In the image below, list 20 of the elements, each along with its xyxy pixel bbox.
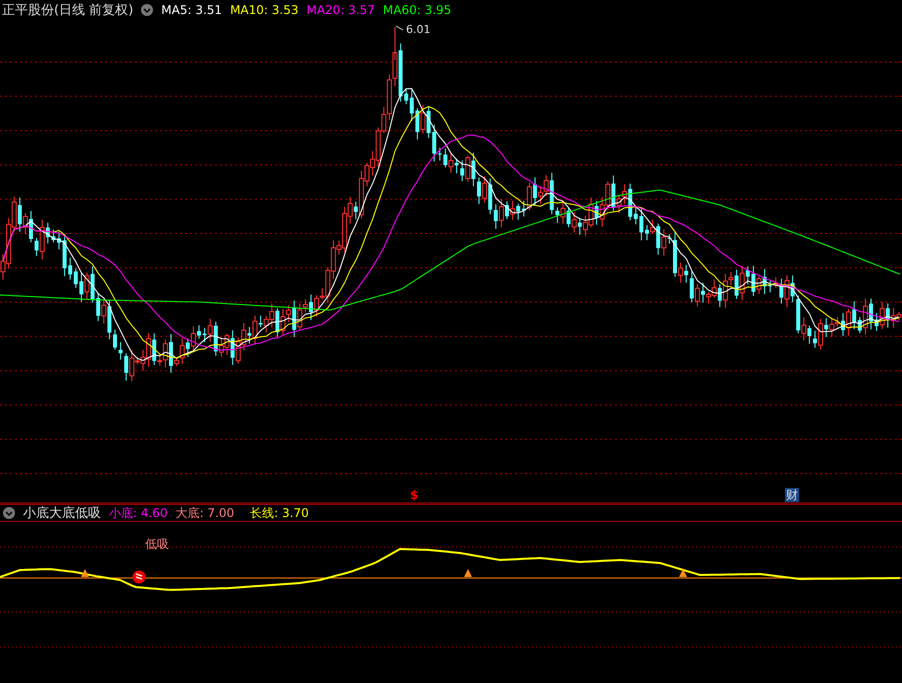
indicator-value: 大底: 7.00 [176, 504, 234, 522]
peak-price-label: 6.01 [406, 23, 430, 36]
dropdown-icon[interactable] [3, 507, 15, 519]
indicator-title: 正平股份(日线 前复权) [2, 2, 134, 19]
indicator-value: MA20: 3.57 [306, 3, 375, 17]
indicator-value: MA60: 3.95 [382, 3, 452, 17]
dropdown-icon[interactable] [141, 4, 154, 16]
finance-marker[interactable]: 财 [785, 488, 799, 502]
indicator-value: MA10: 3.53 [230, 3, 298, 17]
indicator-title: 小底大底低吸 [23, 505, 101, 522]
leader-line [396, 26, 404, 30]
signal-label: 低吸 [145, 536, 169, 553]
dollar-marker[interactable]: $ [410, 488, 418, 502]
signal-dot-icon [132, 570, 146, 584]
triangle-marker-icon [679, 569, 687, 577]
indicator-value: MA5: 3.51 [161, 3, 222, 17]
triangle-marker-icon [81, 569, 89, 577]
indicator-value: 小底: 4.60 [109, 504, 168, 522]
triangle-marker-icon [464, 569, 472, 577]
indicator-value: 长线: 3.70 [250, 504, 309, 522]
